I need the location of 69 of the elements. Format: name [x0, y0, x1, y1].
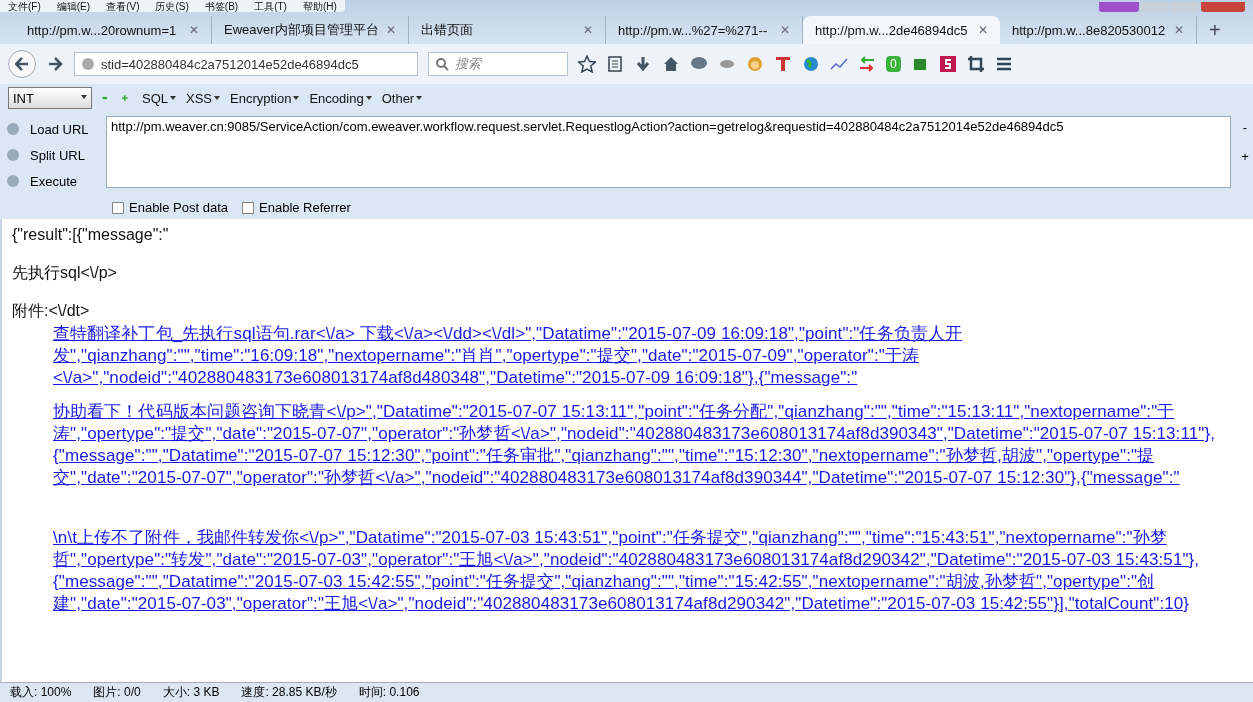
letter-s-icon[interactable]: [938, 55, 957, 73]
hackbar-action[interactable]: Split URL: [6, 146, 94, 164]
action-icon: [6, 174, 20, 188]
letter-t-icon[interactable]: [774, 55, 792, 73]
response-link[interactable]: 查特翻译补丁包_先执行sql语句.rar<\/a> 下载<\/a><\/dd><\/dl>","Datatime":"2015-07-09 16:09:18","point":"任务负责人开: [53, 323, 963, 345]
option-checkbox[interactable]: Enable Post data: [112, 200, 229, 215]
status-text: 图片: 0/0: [93, 684, 141, 701]
download-icon[interactable]: [634, 55, 652, 73]
menu-item[interactable]: 查看(V): [106, 2, 140, 12]
hackbar-menu[interactable]: Encoding: [309, 90, 372, 106]
status-text: 载入: 100%: [10, 684, 72, 701]
close-icon[interactable]: ✕: [780, 23, 790, 37]
response-link[interactable]: 涛","opertype":"提交","date":"2015-07-07","operator":"孙梦哲<\/a>","nodeid":"402880483173e608013174af8d390343","Datetime":"2015-07-07 15:13:11"},: [53, 423, 1216, 445]
close-icon[interactable]: ✕: [386, 23, 396, 37]
new-tab-button[interactable]: +: [1197, 16, 1233, 44]
response-link[interactable]: \n\t上传不了附件，我邮件转发你<\/p>","Datatime":"2015-07-03 15:43:51","point":"任务提交","qianzhang":"","time":"15:43:51","nextopername":"孙梦: [53, 527, 1167, 549]
option-checkbox[interactable]: Enable Referrer: [242, 200, 351, 215]
close-icon[interactable]: ✕: [583, 23, 593, 37]
back-icon: [15, 57, 29, 71]
resize-button[interactable]: -: [1242, 120, 1248, 135]
crop-icon[interactable]: [966, 55, 985, 73]
hackbar-action[interactable]: Load URL: [6, 120, 94, 138]
menu-item[interactable]: 文件(F): [8, 2, 41, 12]
browser-tab[interactable]: http://pm.w...2de46894dc5 ✕: [803, 16, 1000, 44]
reading-list-icon[interactable]: [606, 55, 624, 73]
back-button[interactable]: [8, 50, 36, 78]
close-icon[interactable]: ✕: [189, 23, 199, 37]
star-icon[interactable]: [578, 55, 596, 73]
menu-item[interactable]: 书签(B): [204, 2, 239, 12]
response-link[interactable]: 建","date":"2015-07-03","operator":"王旭<\/a>","nodeid":"402880483173e608013174af8d290342","Datetime":"2015-07-03 15:42:55"}],"totalCount":10}: [53, 593, 1190, 615]
action-icon: [6, 148, 20, 162]
url-textarea[interactable]: http://pm.weaver.cn:9085/ServiceAction/com.eweaver.workflow.request.servlet.RequestlogAction?action=getrelog&requestid=402880484c2a7512014e52de46894dc5: [106, 116, 1231, 188]
response-link[interactable]: 哲","opertype":"转发","date":"2015-07-03","operator":"王旭<\/a>","nodeid":"402880483173e608013174af8d290342","Datetime":"2015-07-03 15:43:51"},: [53, 549, 1200, 571]
menu-item[interactable]: 历史(S): [155, 2, 189, 12]
action-icon: [6, 122, 20, 136]
close-icon[interactable]: ✕: [978, 23, 988, 37]
response-link[interactable]: <\/a>","nodeid":"402880483173e608013174af8d480348","Datetime":"2015-07-09 16:09:18"},{"message":": [53, 367, 858, 389]
search-icon: [435, 57, 449, 71]
hackbar-menu[interactable]: Encryption: [230, 90, 300, 106]
status-text: 速度: 28.85 KB/秒: [241, 684, 337, 701]
menu-item[interactable]: 编辑(E): [56, 2, 91, 12]
type-select[interactable]: INT: [8, 87, 92, 109]
address-field[interactable]: stid=402880484c2a7512014e52de46894dc5: [74, 52, 418, 76]
hackbar-action[interactable]: Execute: [6, 172, 94, 190]
response-text: 先执行sql<\/p>: [12, 263, 118, 283]
response-link[interactable]: 交","date":"2015-07-07","operator":"孙梦哲<\/a>","nodeid":"402880483173e608013174af8d390344","Datetime":"2015-07-07 15:12:30"},{"message":": [53, 467, 1180, 489]
arrows-icon[interactable]: [858, 55, 876, 73]
count-badge: 0: [886, 56, 901, 72]
close-icon[interactable]: ✕: [1174, 23, 1184, 37]
status-text: 时间: 0.106: [358, 684, 420, 701]
menu-item[interactable]: 帮助(H): [302, 2, 337, 12]
resize-button[interactable]: +: [1241, 149, 1249, 164]
hackbar-menu[interactable]: SQL: [142, 90, 176, 106]
menu-item[interactable]: 工具(T): [254, 2, 287, 12]
response-link[interactable]: {"message":"","Datatime":"2015-07-03 15:42:55","point":"任务提交","qianzhang":"","time":"15:42:55","nextopername":"胡波,孙梦哲","opertype":"创: [53, 571, 1155, 593]
response-link[interactable]: 协助看下！代码版本问题咨询下晓青<\/p>","Datatime":"2015-07-07 15:13:11","point":"任务分配","qianzhang":"","time":"15:13:11","nextopername":"于: [53, 401, 1175, 423]
menu-icon[interactable]: [994, 55, 1013, 73]
search-field[interactable]: 搜索: [428, 52, 568, 76]
status-text: 大小: 3 KB: [162, 684, 220, 701]
response-link[interactable]: {"message":"","Datatime":"2015-07-07 15:12:30","point":"任务审批","qianzhang":"","time":"15:12:30","nextopername":"孙梦哲,胡波","opertype":"提: [53, 445, 1155, 467]
response-link[interactable]: 发","qianzhang":"","time":"16:09:18","nextopername":"肖肖","opertype":"提交","date":"2015-07-09","operator":"于涛: [53, 345, 920, 367]
globe-icon: [81, 57, 95, 71]
response-text: 附件:<\/dt>: [12, 301, 91, 321]
forward-icon[interactable]: [46, 55, 64, 73]
hackbar-menu[interactable]: XSS: [186, 90, 221, 106]
hackbar-menu[interactable]: Other: [381, 90, 423, 106]
home-icon[interactable]: [662, 55, 680, 73]
response-text: {"result":[{"message":": [12, 225, 170, 245]
globe-icon[interactable]: [802, 55, 820, 73]
